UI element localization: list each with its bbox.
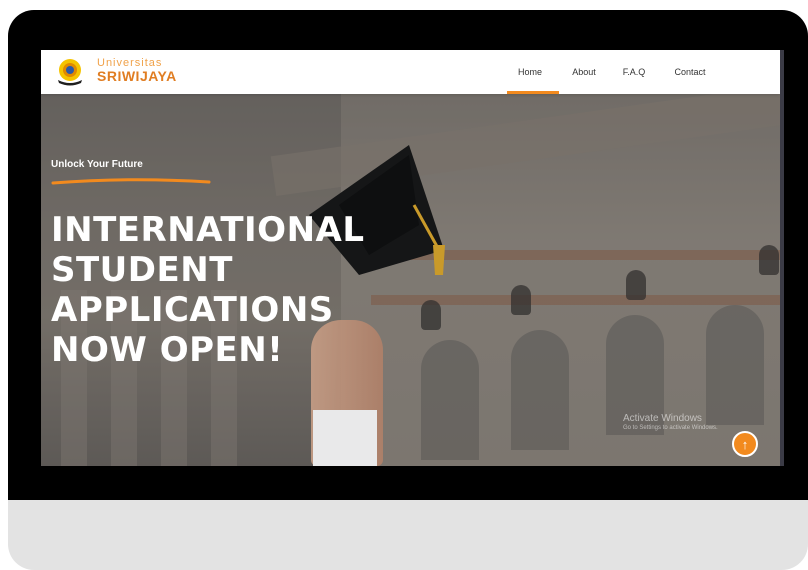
arrow-up-icon: ↑ xyxy=(741,436,749,452)
hero-headline: INTERNATIONAL STUDENT APPLICATIONS NOW O… xyxy=(51,210,411,370)
nav-item-label: Contact xyxy=(674,67,706,77)
headline-line: APPLICATIONS xyxy=(51,290,334,330)
nav-item-label: Home xyxy=(517,67,542,77)
nav-item-label: About xyxy=(572,67,596,77)
tagline-underline xyxy=(51,178,211,185)
nav-links: Home About F.A.Q Contact xyxy=(501,50,721,94)
navbar: Universitas SRIWIJAYA Home About F.A.Q C… xyxy=(41,50,780,94)
monitor-bezel: Universitas SRIWIJAYA Home About F.A.Q C… xyxy=(8,10,808,500)
browser-viewport: Universitas SRIWIJAYA Home About F.A.Q C… xyxy=(41,50,784,466)
watermark-subtitle: Go to Settings to activate Windows. xyxy=(623,425,718,431)
headline-line: STUDENT xyxy=(51,250,233,290)
shirt-sleeve xyxy=(313,410,377,466)
university-logo-icon xyxy=(58,59,82,86)
watermark-title: Activate Windows xyxy=(623,413,702,424)
brand-name-line2: SRIWIJAYA xyxy=(97,68,177,84)
monitor-frame: Universitas SRIWIJAYA Home About F.A.Q C… xyxy=(8,10,808,570)
nav-item-contact[interactable]: Contact xyxy=(659,50,721,94)
scrollbar-thumb[interactable] xyxy=(780,50,784,466)
activate-windows-watermark: Activate Windows Go to Settings to activ… xyxy=(623,413,718,431)
nav-item-about[interactable]: About xyxy=(559,50,609,94)
nav-item-faq[interactable]: F.A.Q xyxy=(609,50,659,94)
headline-line: INTERNATIONAL xyxy=(51,210,365,250)
scroll-to-top-button[interactable]: ↑ xyxy=(732,431,758,457)
hero-tagline: Unlock Your Future xyxy=(51,159,143,170)
nav-item-home[interactable]: Home xyxy=(501,50,559,94)
scrollbar-track[interactable] xyxy=(780,50,784,466)
active-indicator xyxy=(507,91,559,94)
nav-item-label: F.A.Q xyxy=(622,67,646,77)
headline-line: NOW OPEN! xyxy=(51,330,284,370)
